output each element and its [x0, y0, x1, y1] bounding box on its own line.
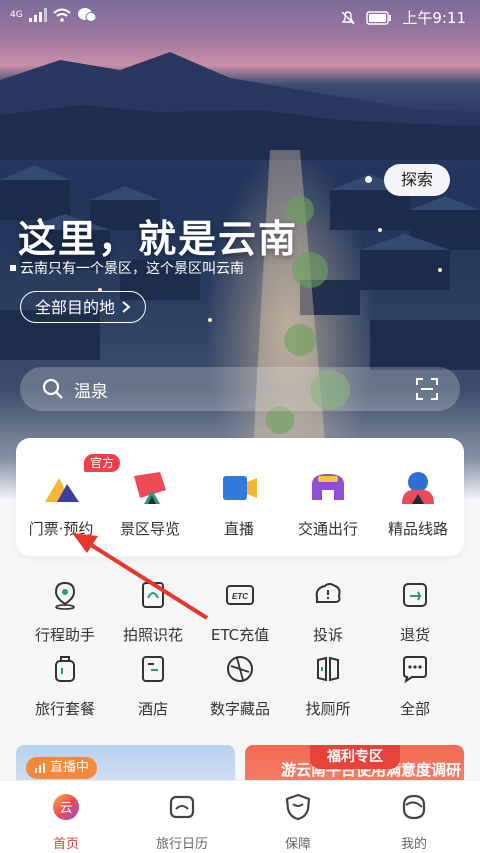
grid-etc-recharge[interactable]: ETC ETC充值 — [192, 580, 288, 645]
grid-photo-flower-label: 拍照识花 — [122, 626, 183, 644]
all-destinations-button[interactable]: 全部目的地 — [20, 291, 147, 323]
toilet-icon — [317, 656, 339, 682]
tab-protection[interactable]: 保障 — [250, 793, 346, 852]
guide-icon — [130, 468, 170, 508]
wechat-icon — [77, 8, 97, 22]
live-bars-icon — [35, 763, 45, 773]
location-pin-icon — [54, 581, 76, 610]
hero-subtitle-text: 云南只有一个景区，这个景区叫云南 — [20, 261, 244, 277]
calendar-icon — [169, 795, 195, 819]
service-transport-label: 交通出行 — [297, 520, 358, 538]
live-tag: 直播中 — [26, 757, 98, 779]
signal-icon — [28, 8, 47, 22]
tab-calendar[interactable]: 旅行日历 — [134, 793, 230, 852]
shield-icon — [285, 793, 311, 821]
grid-complaint[interactable]: 投诉 — [280, 580, 376, 645]
home-icon: 云 — [53, 794, 79, 820]
scan-icon[interactable] — [416, 378, 438, 400]
search-input[interactable]: 温泉 — [74, 377, 108, 402]
grid-return[interactable]: 退货 — [367, 580, 463, 645]
return-icon — [403, 583, 427, 607]
digital-collection-icon — [227, 656, 253, 682]
mute-bell-icon — [341, 10, 355, 24]
service-live[interactable]: 直播 — [194, 460, 284, 539]
battery-icon — [366, 10, 392, 25]
more-icon — [403, 656, 427, 684]
grid-digital-collection[interactable]: 数字藏品 — [192, 654, 288, 719]
search-bar[interactable]: 温泉 — [20, 367, 460, 411]
network-label: 4G — [10, 10, 23, 20]
grid-digital-collection-label: 数字藏品 — [209, 700, 270, 718]
carousel-dot — [365, 176, 372, 183]
grid-trip-assistant-label: 行程助手 — [34, 626, 95, 644]
main-services-card: 门票·预约 官方 景区导览 直播 交通出行 精品线路 — [16, 438, 464, 556]
bullet-square-icon — [10, 265, 16, 271]
hero-banner: 4G 上午9:11 探索 这里，就是云南 云南只有一个景区，这个景区叫云南 全部… — [0, 0, 480, 500]
route-icon — [398, 468, 438, 508]
all-destinations-label: 全部目的地 — [35, 297, 116, 317]
explore-button[interactable]: 探索 — [384, 164, 450, 196]
etc-icon: ETC — [226, 585, 254, 605]
status-bar: 4G 上午9:11 — [0, 0, 480, 34]
service-routes-label: 精品线路 — [387, 520, 448, 538]
ticket-icon — [41, 468, 81, 508]
grid-etc-recharge-label: ETC充值 — [210, 626, 270, 644]
grid-all[interactable]: 全部 — [367, 654, 463, 719]
profile-icon — [402, 794, 426, 820]
grid-trip-assistant[interactable]: 行程助手 — [17, 580, 113, 645]
service-guide[interactable]: 景区导览 — [105, 460, 195, 539]
svg-text:ETC: ETC — [232, 592, 248, 601]
search-icon — [42, 378, 63, 399]
grid-photo-flower[interactable]: 拍照识花 — [105, 580, 201, 645]
luggage-icon — [55, 656, 75, 682]
service-live-label: 直播 — [223, 520, 254, 538]
tab-calendar-label: 旅行日历 — [155, 837, 208, 852]
grid-find-toilet[interactable]: 找厕所 — [280, 654, 376, 719]
live-tag-label: 直播中 — [50, 760, 90, 775]
tab-protection-label: 保障 — [284, 837, 311, 852]
tab-home-label: 首页 — [52, 837, 79, 852]
hero-subtitle: 云南只有一个景区，这个景区叫云南 — [10, 258, 244, 278]
grid-travel-package-label: 旅行套餐 — [34, 700, 95, 718]
tab-profile[interactable]: 我的 — [366, 793, 462, 852]
grid-travel-package[interactable]: 旅行套餐 — [17, 654, 113, 719]
grid-complaint-label: 投诉 — [312, 626, 343, 644]
grid-find-toilet-label: 找厕所 — [305, 700, 351, 718]
complaint-icon — [315, 583, 341, 603]
grid-hotel-label: 酒店 — [137, 700, 168, 718]
service-guide-label: 景区导览 — [119, 520, 180, 538]
hotel-icon — [142, 656, 164, 682]
grid-all-label: 全部 — [399, 700, 430, 718]
bottom-tab-bar: 云 首页 旅行日历 保障 我的 — [0, 780, 480, 853]
grid-return-label: 退货 — [399, 626, 430, 644]
wifi-icon — [53, 8, 71, 22]
live-camera-icon — [219, 468, 259, 508]
tab-profile-label: 我的 — [400, 837, 427, 852]
welfare-tag: 福利专区 — [310, 745, 400, 769]
service-routes[interactable]: 精品线路 — [373, 460, 463, 539]
photo-flower-icon — [142, 582, 164, 608]
transport-icon — [308, 468, 348, 508]
clock: 上午9:11 — [402, 9, 466, 27]
chevron-right-icon — [122, 301, 131, 313]
hero-title: 这里，就是云南 — [18, 217, 299, 261]
tab-home[interactable]: 云 首页 — [18, 793, 114, 852]
svg-text:云: 云 — [59, 801, 72, 816]
grid-hotel[interactable]: 酒店 — [105, 654, 201, 719]
service-transport[interactable]: 交通出行 — [283, 460, 373, 539]
service-tickets-label: 门票·预约 — [28, 520, 94, 538]
